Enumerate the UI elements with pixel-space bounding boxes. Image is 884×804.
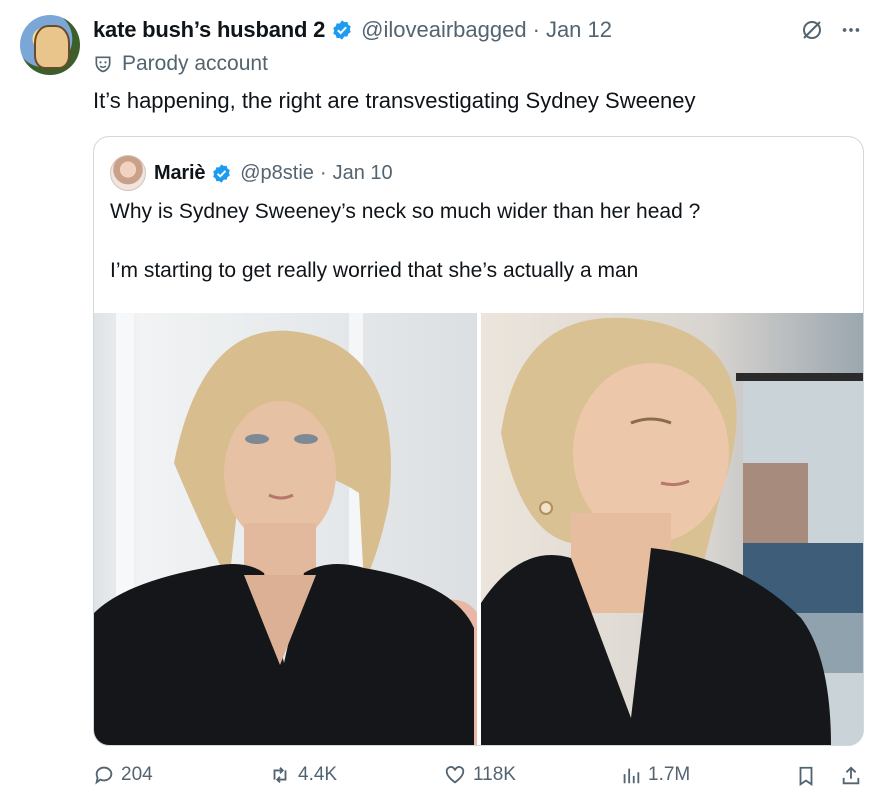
quoted-tweet-text-line-2: I’m starting to get really worried that … [110,259,639,282]
author-avatar[interactable] [20,15,80,75]
photo-right-illustration [481,317,863,745]
verified-badge-icon [333,20,351,40]
parody-label: Parody account [93,52,268,76]
quoted-author-avatar[interactable] [110,155,146,191]
quoted-photo-right[interactable] [481,313,863,745]
repost-action[interactable]: 4.4K [268,764,337,786]
views-count: 1.7M [648,764,691,785]
quoted-tweet-header: Mariè @p8stie · Jan 10 [110,155,393,191]
share-action[interactable] [840,764,868,788]
reply-action[interactable]: 204 [93,764,153,786]
repost-icon [273,767,287,783]
parody-icon [95,56,111,73]
views-icon [623,768,640,784]
verified-badge-icon [213,163,231,183]
parody-label-text: Parody account [122,52,268,75]
bookmark-icon [799,766,813,786]
repost-count: 4.4K [298,764,338,785]
separator-dot: · [532,17,540,42]
reply-icon [95,766,113,785]
share-icon [842,766,860,785]
separator-dot: · [319,161,327,184]
quoted-tweet-text-line-1: Why is Sydney Sweeney’s neck so much wid… [110,200,701,223]
quoted-author-name[interactable]: Mariè [154,162,205,185]
more-icon[interactable] [840,19,862,41]
quoted-photo-left[interactable] [94,313,477,745]
like-icon [445,766,465,784]
quoted-tweet-date[interactable]: Jan 10 [333,162,393,185]
tweet-header: kate bush’s husband 2 @iloveairbagged · … [93,15,612,45]
quoted-author-handle[interactable]: @p8stie [240,162,314,185]
quoted-tweet-card[interactable]: Mariè @p8stie · Jan 10 Why is Sydney Swe… [93,136,864,746]
author-name[interactable]: kate bush’s husband 2 [93,17,325,43]
views-action[interactable]: 1.7M [620,764,690,786]
tweet-top-actions [800,18,862,42]
avatar-figure [34,25,70,69]
bookmark-action[interactable] [795,764,823,788]
grok-icon[interactable] [800,18,824,42]
photo-left-illustration [94,313,477,745]
tweet-date[interactable]: Jan 12 [546,17,612,43]
author-handle[interactable]: @iloveairbagged [361,17,526,43]
tweet-text: It’s happening, the right are transvesti… [93,88,696,113]
like-count: 118K [473,764,516,785]
reply-count: 204 [121,764,153,785]
like-action[interactable]: 118K [443,764,516,786]
